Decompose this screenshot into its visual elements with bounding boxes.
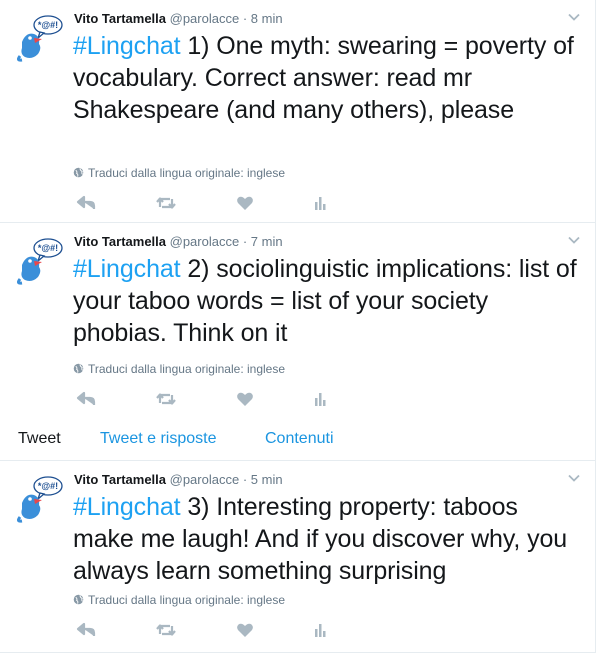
separator: ·	[242, 11, 248, 26]
globe-icon	[73, 363, 84, 374]
like-icon[interactable]	[234, 194, 256, 212]
avatar-badge: *@#!	[38, 20, 58, 30]
retweet-icon[interactable]	[155, 390, 177, 408]
avatar-badge: *@#!	[38, 481, 58, 491]
hashtag-link[interactable]: #Lingchat	[73, 32, 181, 60]
reply-icon[interactable]	[76, 194, 98, 212]
author-handle[interactable]: @parolacce	[170, 234, 240, 249]
tweet-text: #Lingchat 1) One myth: swearing = povert…	[73, 30, 581, 126]
retweet-icon[interactable]	[155, 621, 177, 639]
timestamp[interactable]: 8 min	[251, 11, 283, 26]
translate-link[interactable]: Traduci dalla lingua originale: inglese	[73, 362, 285, 376]
reply-icon[interactable]	[76, 390, 98, 408]
tweet-text: #Lingchat 2) sociolinguistic implication…	[73, 253, 581, 349]
translate-link[interactable]: Traduci dalla lingua originale: inglese	[73, 166, 285, 180]
timestamp[interactable]: 7 min	[251, 234, 283, 249]
tweet-header: Vito Tartamella @parolacce · 7 min	[74, 234, 283, 250]
tweet-header: Vito Tartamella @parolacce · 8 min	[74, 11, 283, 27]
tweet-actions	[73, 621, 373, 641]
translate-label: Traduci dalla lingua originale: inglese	[88, 166, 286, 180]
avatar[interactable]: *@#!	[12, 12, 64, 64]
avatar[interactable]: *@#!	[12, 473, 64, 525]
author-handle[interactable]: @parolacce	[170, 472, 240, 487]
profile-tabs: Tweet Tweet e risposte Contenuti	[0, 417, 595, 461]
tweet[interactable]: *@#! Vito Tartamella @parolacce · 5 min …	[0, 461, 595, 653]
tab-media[interactable]: Contenuti	[265, 429, 334, 449]
globe-icon	[73, 594, 84, 605]
translate-label: Traduci dalla lingua originale: inglese	[88, 593, 286, 607]
tweet-text: #Lingchat 3) Interesting property: taboo…	[73, 491, 581, 587]
avatar[interactable]: *@#!	[12, 235, 64, 287]
chevron-down-icon[interactable]	[567, 10, 581, 24]
tweet-actions	[73, 390, 373, 410]
author-name[interactable]: Vito Tartamella	[74, 234, 166, 249]
tweet-actions	[73, 194, 373, 214]
chevron-down-icon[interactable]	[567, 471, 581, 485]
author-handle[interactable]: @parolacce	[170, 11, 240, 26]
like-icon[interactable]	[234, 621, 256, 639]
separator: ·	[242, 472, 248, 487]
like-icon[interactable]	[234, 390, 256, 408]
avatar-badge: *@#!	[38, 243, 58, 253]
translate-label: Traduci dalla lingua originale: inglese	[88, 362, 286, 376]
timestamp[interactable]: 5 min	[251, 472, 283, 487]
globe-icon	[73, 167, 84, 178]
analytics-icon[interactable]	[309, 390, 331, 408]
translate-link[interactable]: Traduci dalla lingua originale: inglese	[73, 593, 285, 607]
author-name[interactable]: Vito Tartamella	[74, 472, 166, 487]
hashtag-link[interactable]: #Lingchat	[73, 255, 181, 283]
chevron-down-icon[interactable]	[567, 233, 581, 247]
separator: ·	[242, 234, 248, 249]
timeline: *@#! Vito Tartamella @parolacce · 8 min …	[0, 0, 596, 653]
tab-tweets-and-replies[interactable]: Tweet e risposte	[100, 429, 217, 449]
reply-icon[interactable]	[76, 621, 98, 639]
analytics-icon[interactable]	[309, 621, 331, 639]
tab-tweet[interactable]: Tweet	[18, 429, 61, 449]
hashtag-link[interactable]: #Lingchat	[73, 493, 181, 521]
retweet-icon[interactable]	[155, 194, 177, 212]
tweet[interactable]: *@#! Vito Tartamella @parolacce · 7 min …	[0, 223, 595, 417]
analytics-icon[interactable]	[309, 194, 331, 212]
author-name[interactable]: Vito Tartamella	[74, 11, 166, 26]
tweet[interactable]: *@#! Vito Tartamella @parolacce · 8 min …	[0, 0, 595, 223]
tweet-header: Vito Tartamella @parolacce · 5 min	[74, 472, 283, 488]
